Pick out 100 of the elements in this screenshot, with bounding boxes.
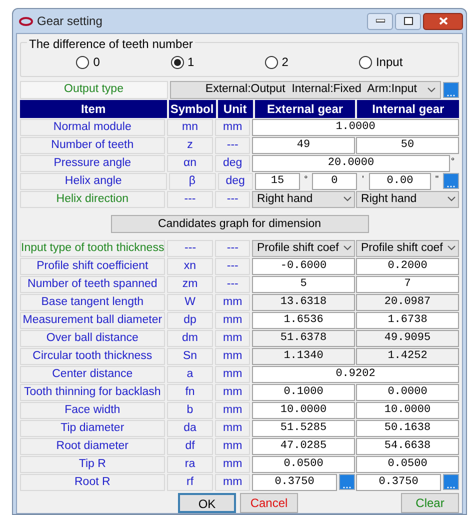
- window-title: Gear setting: [37, 13, 102, 30]
- value-field[interactable]: 50: [356, 136, 460, 154]
- symbol-cell: ra: [166, 456, 214, 473]
- item-label: Number of teeth spanned: [20, 276, 165, 293]
- value-field[interactable]: 10.0000: [252, 402, 356, 419]
- column-header: Item: [20, 100, 167, 118]
- symbol-cell: dp: [166, 312, 214, 329]
- symbol-cell: xn: [166, 258, 214, 275]
- value-field[interactable]: 49.9095: [356, 330, 460, 347]
- value-field[interactable]: 1.6536: [252, 312, 356, 329]
- value-field[interactable]: 0: [312, 172, 357, 190]
- maximize-button[interactable]: [395, 12, 421, 30]
- unit-cell: ---: [215, 276, 250, 293]
- minimize-button[interactable]: [367, 12, 393, 30]
- value-field[interactable]: 0.9202: [252, 366, 460, 383]
- ellipsis-button[interactable]: [339, 474, 356, 490]
- value-field[interactable]: 0.2000: [356, 258, 460, 275]
- item-label: Base tangent length: [20, 294, 165, 311]
- value-field[interactable]: 49: [252, 136, 356, 154]
- value-field[interactable]: 0.1000: [252, 384, 356, 401]
- unit-cell: mm: [215, 312, 250, 329]
- unit-cell: ---: [215, 136, 250, 154]
- ellipsis-button[interactable]: [442, 173, 459, 190]
- value-field[interactable]: 0.3750: [252, 474, 338, 491]
- symbol-cell: mn: [166, 118, 214, 136]
- item-label: Measurement ball diameter: [20, 312, 165, 329]
- value-field[interactable]: 0.0500: [356, 456, 460, 473]
- unit-cell: ---: [215, 190, 250, 208]
- ellipsis-button[interactable]: [443, 82, 459, 98]
- value-field[interactable]: 1.0000: [252, 118, 460, 136]
- symbol-cell: da: [166, 420, 214, 437]
- ellipsis-button[interactable]: [443, 474, 460, 490]
- dropdown[interactable]: Right hand: [252, 190, 356, 208]
- unit-cell: deg: [218, 172, 253, 190]
- item-label: Helix direction: [20, 190, 165, 208]
- minimize-icon: [376, 19, 384, 23]
- value-field[interactable]: 0.00: [368, 172, 431, 190]
- ellipsis-icon: [343, 486, 352, 490]
- value-field[interactable]: 20.0000: [252, 154, 450, 172]
- symbol-cell: b: [166, 402, 214, 419]
- value-field[interactable]: 5: [252, 276, 356, 293]
- unit-cell: deg: [215, 154, 250, 172]
- ellipsis-icon: [447, 486, 456, 490]
- value-field[interactable]: 20.0987: [356, 294, 460, 311]
- item-label: Tooth thinning for backlash: [20, 384, 165, 401]
- radio-option[interactable]: 0: [76, 53, 100, 72]
- unit-cell: mm: [215, 348, 250, 365]
- dropdown[interactable]: Profile shift coef: [252, 240, 355, 257]
- item-label: Over ball distance: [20, 330, 165, 347]
- close-button[interactable]: [423, 12, 463, 30]
- dropdown[interactable]: Right hand: [356, 190, 460, 208]
- value-field[interactable]: 0.0500: [252, 456, 356, 473]
- symbol-cell: a: [166, 366, 214, 383]
- value-field[interactable]: 50.1638: [356, 420, 460, 437]
- symbol-cell: W: [166, 294, 214, 311]
- value-field[interactable]: 0.3750: [356, 474, 442, 491]
- symbol-cell: df: [166, 438, 214, 455]
- value-field[interactable]: 51.5285: [252, 420, 356, 437]
- value-field[interactable]: 7: [356, 276, 460, 293]
- dropdown[interactable]: Profile shift coef: [356, 240, 459, 257]
- item-label: Circular tooth thickness: [20, 348, 165, 365]
- candidates-graph-button[interactable]: Candidates graph for dimension: [110, 214, 368, 233]
- item-label: Tip R: [20, 456, 165, 473]
- symbol-cell: Sn: [166, 348, 214, 365]
- value-field[interactable]: 13.6318: [252, 294, 356, 311]
- item-label: Tip diameter: [20, 420, 165, 437]
- radio-option[interactable]: 1: [170, 53, 194, 72]
- item-label: Input type of tooth thickness: [20, 240, 166, 257]
- cancel-button[interactable]: Cancel: [240, 493, 298, 513]
- angle-unit: °: [303, 172, 309, 186]
- value-field[interactable]: 1.4252: [356, 348, 460, 365]
- radio-option[interactable]: 2: [264, 53, 288, 72]
- unit-cell: mm: [215, 456, 250, 473]
- symbol-cell: rf: [166, 474, 214, 491]
- value-field[interactable]: -0.6000: [252, 258, 356, 275]
- value-field[interactable]: 47.0285: [252, 438, 356, 455]
- item-label: Normal module: [20, 118, 165, 136]
- item-label: Root R: [20, 474, 165, 491]
- output-type-dropdown[interactable]: External:Output Internal:Fixed Arm:Input: [170, 80, 441, 99]
- value-field[interactable]: 51.6378: [252, 330, 356, 347]
- value-field[interactable]: 1.1340: [252, 348, 356, 365]
- output-type-label: Output type: [20, 80, 168, 99]
- symbol-cell: ---: [167, 240, 214, 257]
- symbol-cell: ---: [166, 190, 214, 208]
- item-label: Profile shift coefficient: [20, 258, 165, 275]
- ok-button[interactable]: OK: [178, 493, 236, 513]
- value-field[interactable]: 54.6638: [356, 438, 460, 455]
- value-field[interactable]: 15: [254, 172, 300, 190]
- value-field[interactable]: 1.6738: [356, 312, 460, 329]
- unit-cell: mm: [215, 402, 250, 419]
- close-icon: [438, 17, 448, 25]
- item-label: Center distance: [20, 366, 165, 383]
- value-field[interactable]: 0.0000: [356, 384, 460, 401]
- unit-cell: mm: [215, 474, 250, 491]
- symbol-cell: αn: [166, 154, 214, 172]
- chevron-down-icon: [427, 86, 436, 93]
- column-header: Unit: [218, 100, 253, 118]
- symbol-cell: fn: [166, 384, 214, 401]
- radio-option[interactable]: Input: [358, 53, 403, 72]
- value-field[interactable]: 10.0000: [356, 402, 460, 419]
